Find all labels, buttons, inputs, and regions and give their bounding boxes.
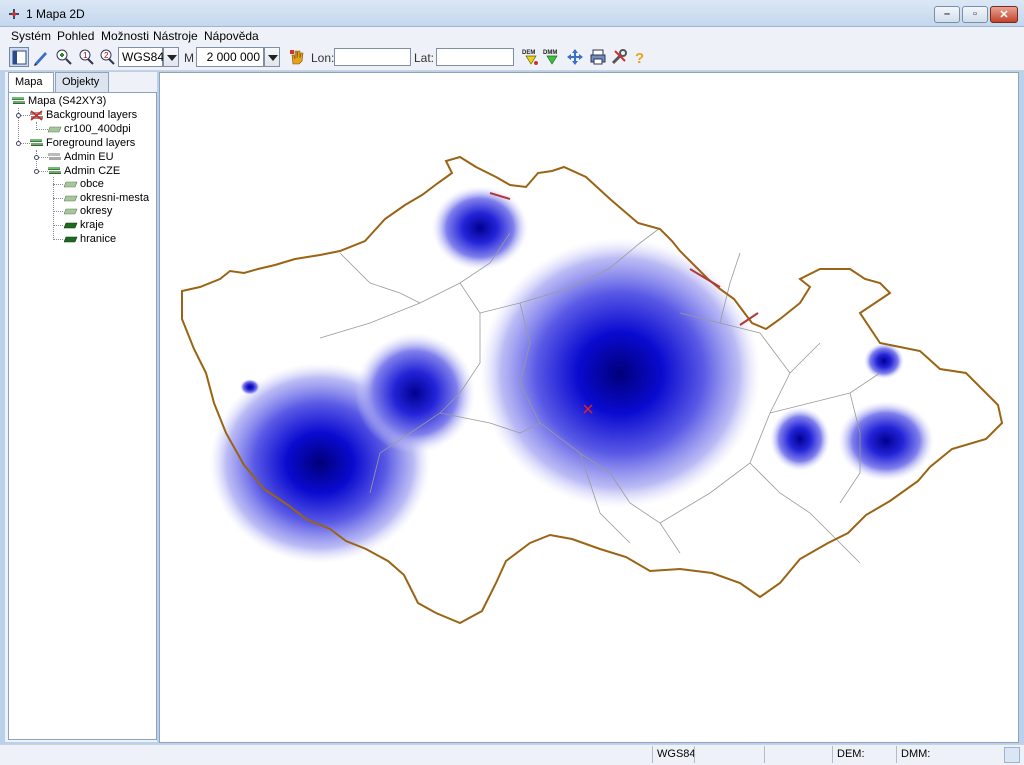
print-button[interactable]	[588, 47, 608, 67]
layers-icon	[48, 167, 61, 174]
pan-button[interactable]	[565, 47, 585, 67]
help-button[interactable]: ?	[630, 47, 650, 67]
dmm-button[interactable]: DMM	[542, 47, 562, 67]
dmm-icon: DMM	[543, 50, 558, 65]
scale-select[interactable]: 2 000 000	[196, 47, 264, 67]
maximize-icon: ▫	[973, 8, 977, 20]
coverage-east-2	[838, 401, 934, 481]
zoom-1-label: 1	[83, 51, 88, 60]
tree-layer-label: cr100_400dpi	[64, 123, 131, 135]
coverage-far-west	[240, 379, 260, 395]
vector-layer-active-icon	[64, 222, 78, 229]
panel-icon	[12, 50, 27, 65]
maximize-button[interactable]: ▫	[962, 6, 988, 23]
zoom-in-icon	[56, 49, 72, 65]
status-dem: DEM:	[832, 746, 896, 763]
layers-icon	[30, 139, 43, 146]
minimize-button[interactable]: –	[934, 6, 960, 23]
lat-label: Lat:	[414, 51, 435, 65]
zoom-in-button[interactable]	[54, 47, 74, 67]
coverage-north	[432, 186, 528, 270]
tree-foreground-label: Foreground layers	[46, 137, 136, 149]
resize-grip-icon[interactable]	[1004, 747, 1020, 763]
coverage-east-1	[770, 407, 830, 471]
menu-options[interactable]: Možnosti	[101, 29, 149, 43]
layers-inactive-icon	[48, 153, 61, 160]
tree-admin-cze-label: Admin CZE	[64, 165, 121, 177]
coverage-west	[355, 333, 475, 453]
scale-label: M	[184, 51, 194, 65]
close-icon: ✕	[999, 9, 1009, 21]
layers-disabled-icon	[30, 110, 43, 121]
status-bar: WGS84 DEM: DMM:	[0, 744, 1024, 765]
pencil-icon	[34, 52, 47, 66]
vector-layer-icon	[64, 181, 78, 188]
layer-tree: Mapa (S42XY3) Background layers cr100_40…	[8, 92, 157, 740]
tree-background-label: Background layers	[46, 109, 138, 121]
zoom-2-icon: 2	[100, 49, 115, 65]
question-icon: ?	[635, 50, 644, 67]
zoom-1-button[interactable]: 1	[76, 47, 96, 67]
tools-button[interactable]	[609, 47, 629, 67]
hand-icon	[290, 50, 304, 65]
tree-layer-label: okresni-mesta	[80, 192, 150, 204]
tree-admin-eu-label: Admin EU	[64, 151, 114, 163]
projection-dropdown-arrow[interactable]	[163, 47, 179, 67]
lat-input[interactable]	[436, 48, 514, 66]
zoom-1-icon: 1	[79, 49, 94, 65]
projection-select[interactable]: WGS84	[118, 47, 164, 67]
menu-tools[interactable]: Nástroje	[153, 29, 198, 43]
menu-system[interactable]: Systém	[11, 29, 51, 43]
dem-icon-label: DEM	[522, 50, 535, 56]
zoom-2-button[interactable]: 2	[97, 47, 117, 67]
tab-map[interactable]: Mapa	[8, 72, 54, 93]
status-coords	[694, 746, 764, 763]
close-button[interactable]: ✕	[990, 6, 1018, 23]
move-arrows-icon	[567, 49, 583, 65]
raster-layer-icon	[48, 126, 62, 133]
menu-bar: Systém Pohled Možnosti Nástroje Nápověda	[0, 27, 1024, 45]
signal-coverage-layer	[210, 186, 934, 563]
dmm-icon-label: DMM	[543, 50, 557, 56]
tab-objects[interactable]: Objekty	[55, 72, 109, 92]
title-bar: 1 Mapa 2D – ▫ ✕	[0, 0, 1024, 27]
svg-text:?: ?	[635, 50, 644, 67]
minimize-icon: –	[943, 8, 951, 20]
dem-icon: DEM	[522, 50, 538, 65]
layers-button[interactable]	[287, 47, 307, 67]
tree-layer-label: obce	[80, 178, 104, 190]
scale-dropdown-arrow[interactable]	[264, 47, 280, 67]
window-title: 1 Mapa 2D	[26, 7, 85, 21]
lon-label: Lon:	[311, 51, 335, 65]
lon-input[interactable]	[334, 48, 411, 66]
tree-root-label: Mapa (S42XY3)	[28, 95, 107, 107]
toolbar: 1 2 WGS84 M 2 000 000 Lon: Lat: DEM DMM …	[0, 45, 1024, 71]
tree-layer-label: okresy	[80, 205, 113, 217]
toggle-panel-button[interactable]	[9, 47, 29, 67]
layers-panel: Mapa Objekty Mapa (S42XY3) Background la…	[5, 72, 157, 742]
zoom-2-label: 2	[104, 51, 109, 60]
dem-button[interactable]: DEM	[521, 47, 541, 67]
map-canvas[interactable]	[159, 72, 1019, 743]
menu-help[interactable]: Nápověda	[204, 29, 259, 43]
coverage-northeast	[864, 343, 904, 379]
edit-button[interactable]	[31, 47, 51, 67]
tree-layer-label: kraje	[80, 219, 104, 231]
vector-layer-active-icon	[64, 236, 78, 243]
app-icon	[9, 9, 19, 19]
vector-layer-icon	[64, 195, 78, 202]
vector-layer-icon	[64, 208, 78, 215]
coverage-central	[480, 238, 760, 508]
menu-view[interactable]: Pohled	[57, 29, 94, 43]
tools-icon	[611, 49, 627, 65]
map-layers-icon	[12, 97, 25, 104]
printer-icon	[590, 49, 606, 65]
status-empty	[764, 746, 832, 763]
map-svg	[181, 155, 1004, 625]
tree-layer-label: hranice	[80, 233, 117, 245]
status-dmm: DMM:	[896, 746, 994, 763]
status-projection: WGS84	[652, 746, 696, 763]
